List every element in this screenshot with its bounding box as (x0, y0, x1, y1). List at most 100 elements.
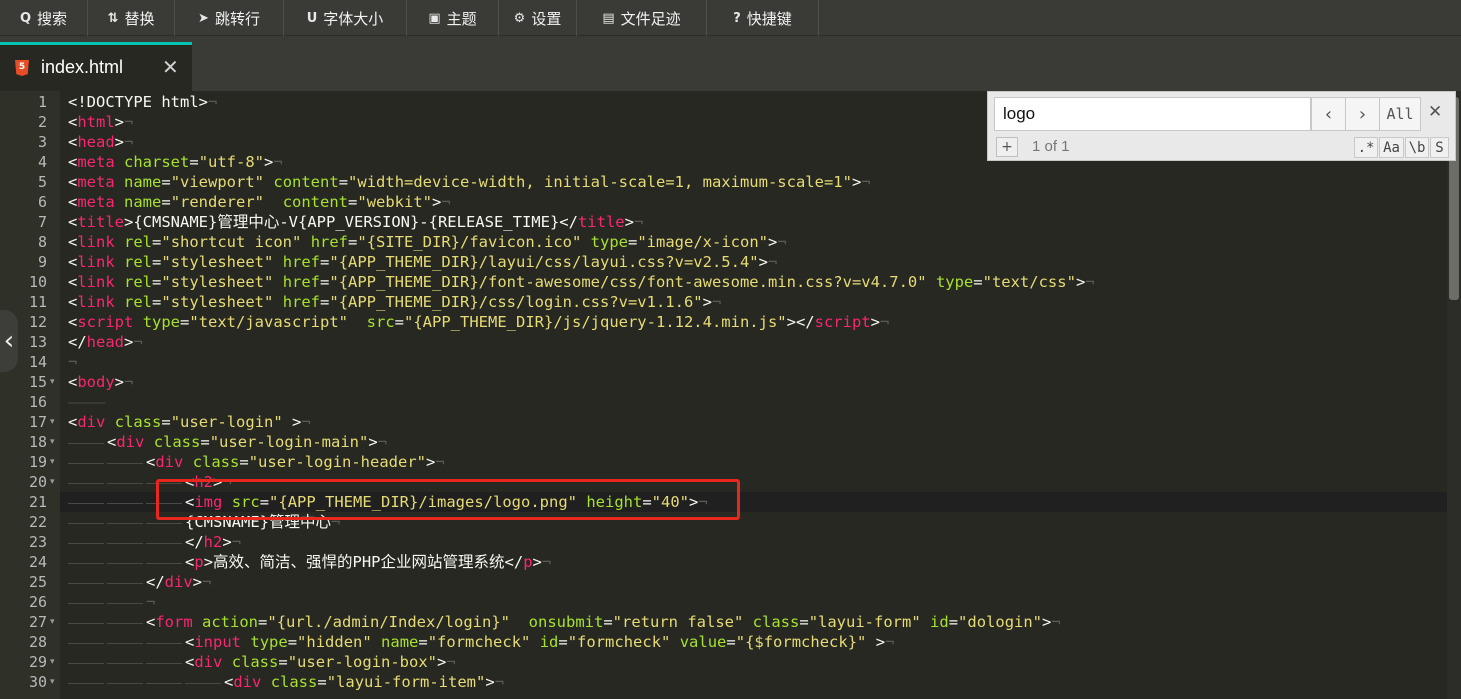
code-token: id (930, 613, 949, 631)
toggle-replace-button[interactable]: + (996, 137, 1018, 157)
code-token: "layui-form" (808, 613, 921, 631)
tab-index-html[interactable]: 5 index.html ✕ (0, 42, 192, 91)
code-line[interactable]: <div class="user-login-box">¬ (185, 652, 456, 672)
fold-toggle-icon[interactable]: ▾ (50, 432, 58, 452)
code-line[interactable]: ———— (68, 392, 105, 412)
code-line[interactable]: <!DOCTYPE html>¬ (68, 92, 217, 112)
code-token: html (77, 113, 115, 131)
close-search-icon[interactable]: ✕ (1428, 102, 1442, 122)
code-token: ¬ (301, 413, 311, 431)
code-token: input (194, 633, 242, 651)
code-token: ¬ (633, 213, 644, 231)
case-sensitive-toggle[interactable]: Aa (1379, 137, 1404, 158)
sidebar-collapse-handle[interactable]: ‹ (0, 310, 18, 372)
replace-icon: ⇅ (107, 10, 119, 26)
code-token: > (114, 133, 125, 151)
code-line[interactable]: <input type="hidden" name="formcheck" id… (185, 632, 894, 652)
toolbar-button-0[interactable]: Q 搜索 (0, 0, 88, 36)
fold-toggle-icon[interactable]: ▾ (50, 452, 58, 472)
code-line[interactable]: <div class="user-login-main">¬ (107, 432, 387, 452)
code-token: type (935, 273, 974, 291)
code-line[interactable]: </head>¬ (68, 332, 143, 352)
search-input[interactable] (994, 97, 1311, 131)
code-line[interactable]: <script type="text/javascript" src="{APP… (68, 312, 889, 332)
code-token: ¬ (146, 593, 156, 611)
code-editor[interactable]: 1 2 3 4 5 6 7 8 9 10 11 12 13 14 15 ▾ 16 17 ▾ 18 ▾ 19 ▾ 20 ▾ 21 22… (0, 91, 1461, 699)
code-token: < (68, 113, 78, 131)
code-token: < (68, 273, 78, 291)
code-line[interactable]: <link rel="stylesheet" href="{APP_THEME_… (68, 252, 777, 272)
code-line[interactable]: </div>¬ (146, 572, 211, 592)
code-line[interactable]: <meta charset="utf-8">¬ (68, 152, 283, 172)
code-token: href (282, 293, 321, 311)
code-line[interactable]: <link rel="stylesheet" href="{APP_THEME_… (68, 272, 1095, 292)
code-token: charset (124, 153, 190, 171)
code-token: div (233, 673, 262, 691)
toolbar-button-1[interactable]: ⇅ 替换 (88, 0, 175, 36)
next-match-button[interactable]: › (1345, 97, 1380, 131)
indent-guide (68, 583, 104, 584)
code-token: < (107, 433, 117, 451)
code-line[interactable]: <title>{CMSNAME}管理中心-V{APP_VERSION}-{REL… (68, 212, 643, 232)
toolbar-button-5[interactable]: ⚙ 设置 (499, 0, 577, 36)
code-line[interactable]: <div class="user-login-header">¬ (146, 452, 445, 472)
code-line[interactable]: <div class="layui-form-item">¬ (224, 672, 504, 692)
code-line[interactable]: <html>¬ (68, 112, 133, 132)
code-token: script (814, 313, 871, 331)
previous-match-button[interactable]: ‹ (1311, 97, 1346, 131)
code-line[interactable]: <link rel="stylesheet" href="{APP_THEME_… (68, 292, 721, 312)
indent-guide (68, 563, 104, 564)
whole-word-toggle[interactable]: \b (1405, 137, 1429, 158)
line-number: 21 (28, 493, 47, 511)
fold-toggle-icon[interactable]: ▾ (50, 472, 58, 492)
code-token: ¬ (446, 653, 456, 671)
line-number: 20 (28, 473, 47, 491)
code-token: <!DOCTYPE html> (68, 93, 208, 111)
fold-toggle-icon[interactable]: ▾ (50, 372, 58, 392)
code-token: "image/x-icon" (637, 233, 768, 251)
code-token: "user-login" (170, 413, 283, 431)
toolbar-button-6[interactable]: ▤ 文件足迹 (577, 0, 707, 36)
fold-toggle-icon[interactable]: ▾ (50, 612, 58, 632)
fold-toggle-icon[interactable]: ▾ (50, 652, 58, 672)
code-line[interactable]: ¬ (146, 592, 155, 612)
close-tab-icon[interactable]: ✕ (162, 55, 179, 79)
code-token: = (161, 173, 171, 191)
code-token: > (1042, 613, 1052, 631)
regex-toggle[interactable]: .* (1354, 137, 1378, 158)
code-line[interactable]: ¬ (68, 352, 77, 372)
code-token: = (338, 173, 349, 191)
toolbar-button-3[interactable]: U 字体大小 (284, 0, 407, 36)
code-line[interactable]: <meta name="viewport" content="width=dev… (68, 172, 871, 192)
toolbar-button-7[interactable]: ? 快捷键 (707, 0, 819, 36)
code-line[interactable]: <p>高效、简洁、强悍的PHP企业网站管理系统</p>¬ (185, 552, 551, 572)
code-line[interactable]: </h2>¬ (185, 532, 241, 552)
code-line[interactable]: <head>¬ (68, 132, 133, 152)
code-token: class (752, 613, 800, 631)
code-line[interactable]: <link rel="shortcut icon" href="{SITE_DI… (68, 232, 787, 252)
fold-toggle-icon[interactable]: ▾ (50, 412, 58, 432)
line-number: 6 (37, 193, 47, 211)
code-token: > (114, 373, 125, 391)
code-token: ¬ (879, 313, 890, 331)
select-all-matches-button[interactable]: All (1379, 97, 1421, 131)
indent-guide (107, 583, 143, 584)
toolbar-button-2[interactable]: ➤ 跳转行 (175, 0, 284, 36)
search-in-selection-toggle[interactable]: S (1430, 137, 1449, 158)
code-line[interactable]: <body>¬ (68, 372, 133, 392)
code-token: link (77, 293, 115, 311)
code-token: > (870, 313, 880, 331)
code-line[interactable]: <form action="{url./admin/Index/login}" … (146, 612, 1061, 632)
line-number: 22 (28, 513, 47, 531)
fold-toggle-icon[interactable]: ▾ (50, 672, 58, 692)
code-token: >高效、简洁、强悍的PHP企业网站管理系统</ (203, 553, 524, 571)
code-token: ¬ (231, 533, 242, 551)
toolbar-button-4[interactable]: ▣ 主题 (407, 0, 499, 36)
code-line[interactable]: <div class="user-login" >¬ (68, 412, 311, 432)
code-line[interactable]: <meta name="renderer" content="webkit">¬ (68, 192, 451, 212)
